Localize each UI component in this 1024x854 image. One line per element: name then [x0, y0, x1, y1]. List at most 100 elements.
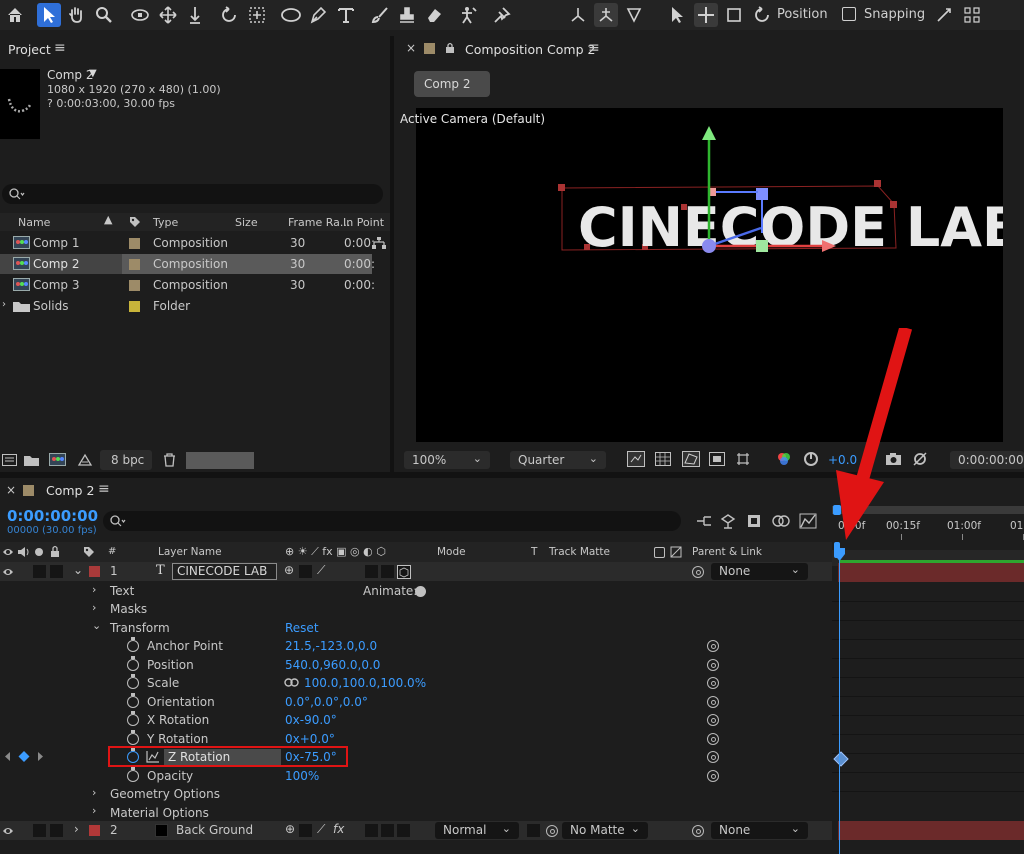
col-name[interactable]: Name — [18, 216, 50, 229]
expression-pick-whip-icon[interactable] — [707, 696, 719, 708]
transparency-grid-icon[interactable] — [655, 452, 671, 466]
stopwatch-icon[interactable] — [127, 656, 139, 671]
solo-toggle[interactable] — [33, 824, 46, 837]
lock-toggle[interactable] — [50, 565, 63, 578]
bounding-box-icon[interactable] — [722, 3, 746, 27]
stopwatch-icon[interactable] — [127, 693, 139, 708]
layer-1-duration-bar[interactable] — [838, 563, 1024, 582]
expand-arrow-icon[interactable]: › — [2, 299, 6, 310]
video-eye-icon[interactable] — [2, 546, 14, 558]
hand-tool-icon[interactable] — [64, 3, 88, 27]
viewer-tab-title[interactable]: Composition Comp 2 — [465, 42, 595, 57]
collapse-arrow-icon[interactable]: ⌄ — [92, 619, 101, 632]
layer-row-2[interactable]: › 2 Back Ground ⊕ ⟋ fx Normal ⌄ No Matte ⌄… — [0, 821, 832, 840]
comp-mini-flowchart-icon[interactable] — [696, 514, 712, 528]
expand-arrow-icon[interactable]: › — [92, 786, 96, 799]
layer-name-field[interactable]: CINECODE LAB — [172, 563, 277, 580]
type-tool-icon[interactable] — [334, 3, 358, 27]
3d-layer-switch[interactable] — [397, 824, 410, 837]
project-row-comp2[interactable]: Comp 2 Composition 30 0:00: — [0, 254, 375, 274]
col-parent-link[interactable]: Parent & Link — [692, 546, 762, 558]
world-axis-icon[interactable] — [594, 3, 618, 27]
frame-blending-icon[interactable] — [772, 513, 790, 529]
viewer-canvas[interactable]: Active Camera (Default) CINECODE LAB — [400, 108, 1003, 442]
solo-toggle[interactable] — [33, 565, 46, 578]
shy-switch-icon[interactable]: ⊕ — [285, 822, 295, 836]
stopwatch-icon[interactable] — [127, 730, 139, 745]
alpha-icon[interactable] — [654, 547, 665, 558]
project-title[interactable]: Project — [8, 42, 51, 57]
current-time-indicator[interactable] — [839, 546, 840, 854]
reset-exposure-icon[interactable] — [803, 451, 819, 467]
expand-arrow-icon[interactable]: › — [92, 583, 96, 596]
collapse-arrow-icon[interactable]: ⌄ — [73, 563, 83, 577]
matte-pick-whip-icon[interactable] — [546, 825, 558, 837]
new-composition-icon[interactable] — [49, 453, 66, 466]
col-number[interactable]: # — [108, 546, 116, 557]
expand-arrow-icon[interactable]: › — [92, 601, 96, 614]
project-row-comp1[interactable]: Comp 1 Composition 30 0:00: — [0, 233, 390, 253]
label-color[interactable] — [129, 280, 140, 291]
region-of-interest-icon[interactable] — [709, 452, 725, 466]
lock-icon[interactable] — [445, 42, 455, 54]
motion-blur-switch[interactable] — [381, 565, 394, 578]
col-size[interactable]: Size — [235, 216, 258, 229]
shy-switch-icon[interactable]: ⊕ — [284, 563, 294, 577]
flowchart-icon[interactable] — [372, 237, 386, 249]
layer-name[interactable]: Back Ground — [176, 823, 253, 837]
col-frame-rate[interactable]: Frame Ra... — [288, 216, 350, 229]
layer-2-duration-bar[interactable] — [838, 821, 1024, 840]
snapping-checkbox[interactable] — [842, 7, 856, 21]
panel-menu-icon[interactable]: ≡ — [54, 40, 66, 56]
time-graph[interactable]: 0:00f 00:15f 01:00f 01: — [832, 505, 1024, 854]
project-search-input[interactable] — [2, 184, 383, 204]
adjustment-switch[interactable] — [365, 824, 378, 837]
switches-icons[interactable]: ⊕ ☀ ⟋ fx ▣ ◎ ◐ ⬡ — [285, 545, 386, 559]
snapping-label[interactable]: Snapping — [864, 7, 925, 22]
brush-tool-icon[interactable] — [368, 3, 392, 27]
video-eye-icon[interactable] — [2, 825, 14, 837]
position-label[interactable]: Position — [777, 7, 828, 22]
current-time[interactable]: 0:00:00:00 — [7, 507, 98, 525]
draft-3d-icon[interactable] — [720, 513, 736, 529]
comp-flow-button[interactable]: Comp 2 — [414, 71, 490, 97]
select-cursor-icon[interactable] — [665, 3, 689, 27]
expression-pick-whip-icon[interactable] — [707, 677, 719, 689]
col-type[interactable]: Type — [153, 216, 178, 229]
geometry-options-group[interactable]: Geometry Options — [110, 787, 220, 801]
quality-switch-icon[interactable]: ⟋ — [317, 563, 325, 578]
label-color[interactable] — [129, 259, 140, 270]
grid-snap-icon[interactable] — [960, 3, 984, 27]
graph-editor-icon[interactable] — [146, 750, 160, 763]
lock-icon[interactable] — [50, 545, 60, 558]
property-value[interactable]: 540.0,960.0,0.0 — [285, 658, 380, 672]
panel-menu-icon[interactable]: ≡ — [98, 481, 110, 497]
snap-options-icon[interactable] — [932, 3, 956, 27]
label-tag-icon[interactable] — [129, 216, 141, 228]
orbit-camera-icon[interactable] — [128, 3, 152, 27]
resolution-dropdown[interactable]: Quarter ⌄ — [510, 451, 606, 469]
fast-previews-icon[interactable] — [627, 451, 645, 467]
transform-group[interactable]: Transform — [110, 621, 170, 635]
layer-label-color[interactable] — [89, 825, 100, 836]
parent-dropdown[interactable]: None ⌄ — [711, 822, 808, 839]
move-icon[interactable] — [694, 3, 718, 27]
pan-camera-icon[interactable] — [156, 3, 180, 27]
close-tab-icon[interactable]: × — [406, 41, 416, 55]
eraser-icon[interactable] — [422, 3, 446, 27]
channels-icon[interactable] — [776, 451, 792, 467]
masks-group[interactable]: Masks — [110, 602, 147, 616]
audio-speaker-icon[interactable] — [17, 546, 29, 558]
expression-pick-whip-icon[interactable] — [707, 714, 719, 726]
animate-label[interactable]: Animate: — [363, 584, 417, 598]
property-value[interactable]: 0.0°,0.0°,0.0° — [285, 695, 368, 709]
stopwatch-icon[interactable] — [127, 637, 139, 652]
dolly-camera-icon[interactable] — [183, 3, 207, 27]
motion-blur-switch[interactable] — [381, 824, 394, 837]
expression-pick-whip-icon[interactable] — [707, 770, 719, 782]
timeline-tab-title[interactable]: Comp 2 — [46, 483, 94, 498]
new-folder-icon[interactable] — [24, 454, 39, 466]
pick-whip-icon[interactable] — [692, 825, 704, 837]
pick-whip-icon[interactable] — [692, 566, 704, 578]
stopwatch-icon[interactable] — [127, 674, 139, 689]
